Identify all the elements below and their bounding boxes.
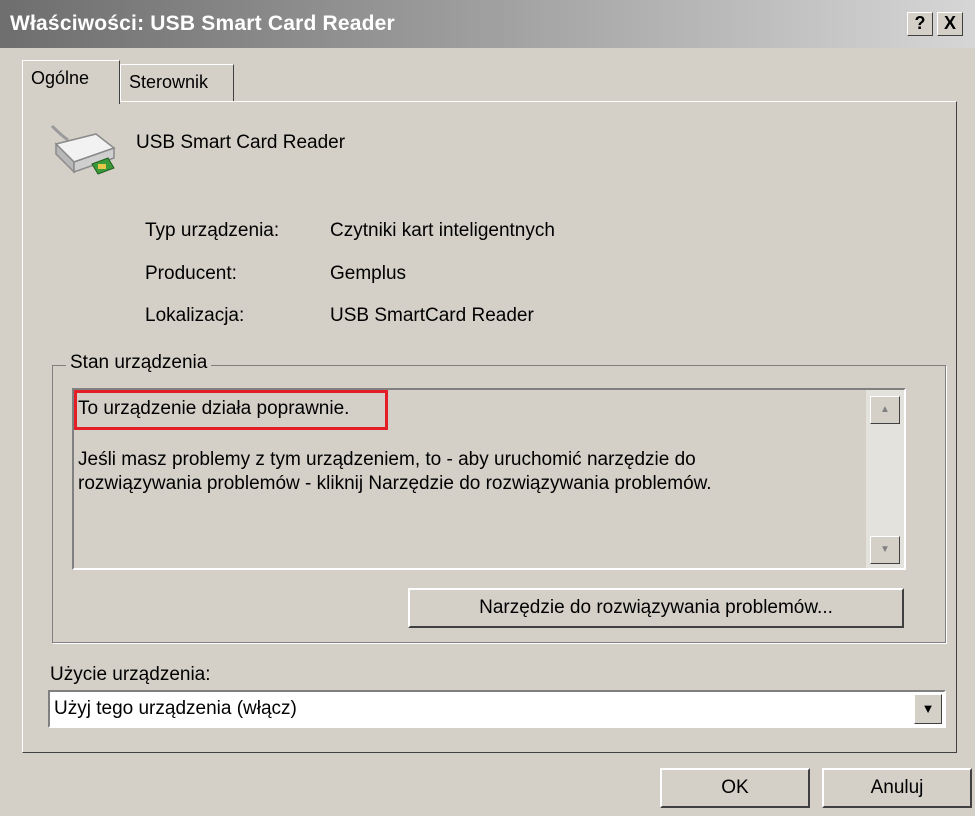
smart-card-reader-icon: [50, 124, 116, 175]
properties-dialog: Właściwości: USB Smart Card Reader ? X O…: [0, 0, 975, 816]
status-highlight-box: [74, 390, 388, 430]
tab-general[interactable]: Ogólne: [22, 60, 120, 104]
troubleshoot-button[interactable]: Narzędzie do rozwiązywania problemów...: [408, 588, 904, 628]
manufacturer-label: Producent:: [145, 263, 237, 284]
device-status-description: Jeśli masz problemy z tym urządzeniem, t…: [78, 449, 712, 494]
scroll-up-icon[interactable]: ▲: [870, 396, 900, 424]
device-type-label: Typ urządzenia:: [145, 220, 280, 241]
device-usage-select[interactable]: Użyj tego urządzenia (włącz) ▼: [48, 690, 946, 728]
device-name: USB Smart Card Reader: [136, 132, 346, 153]
location-value: USB SmartCard Reader: [330, 305, 534, 326]
ok-button[interactable]: OK: [660, 768, 810, 808]
window-title: Właściwości: USB Smart Card Reader: [10, 12, 395, 35]
close-button[interactable]: X: [937, 12, 963, 36]
dropdown-arrow-icon[interactable]: ▼: [914, 694, 942, 724]
device-status-group-label: Stan urządzenia: [66, 352, 212, 374]
device-type-value: Czytniki kart inteligentnych: [330, 220, 555, 241]
cancel-button[interactable]: Anuluj: [822, 768, 972, 808]
help-button[interactable]: ?: [907, 12, 933, 36]
scroll-down-icon[interactable]: ▼: [870, 536, 900, 564]
device-usage-label: Użycie urządzenia:: [50, 664, 211, 685]
manufacturer-value: Gemplus: [330, 263, 407, 284]
device-status-textbox[interactable]: To urządzenie działa poprawnie. Jeśli ma…: [72, 388, 906, 570]
status-scrollbar[interactable]: ▲ ▼: [866, 390, 904, 568]
device-usage-value: Użyj tego urządzenia (włącz): [54, 698, 297, 719]
location-label: Lokalizacja:: [145, 305, 245, 326]
tab-driver[interactable]: Sterownik: [120, 64, 234, 102]
title-bar[interactable]: Właściwości: USB Smart Card Reader ? X: [0, 0, 975, 48]
